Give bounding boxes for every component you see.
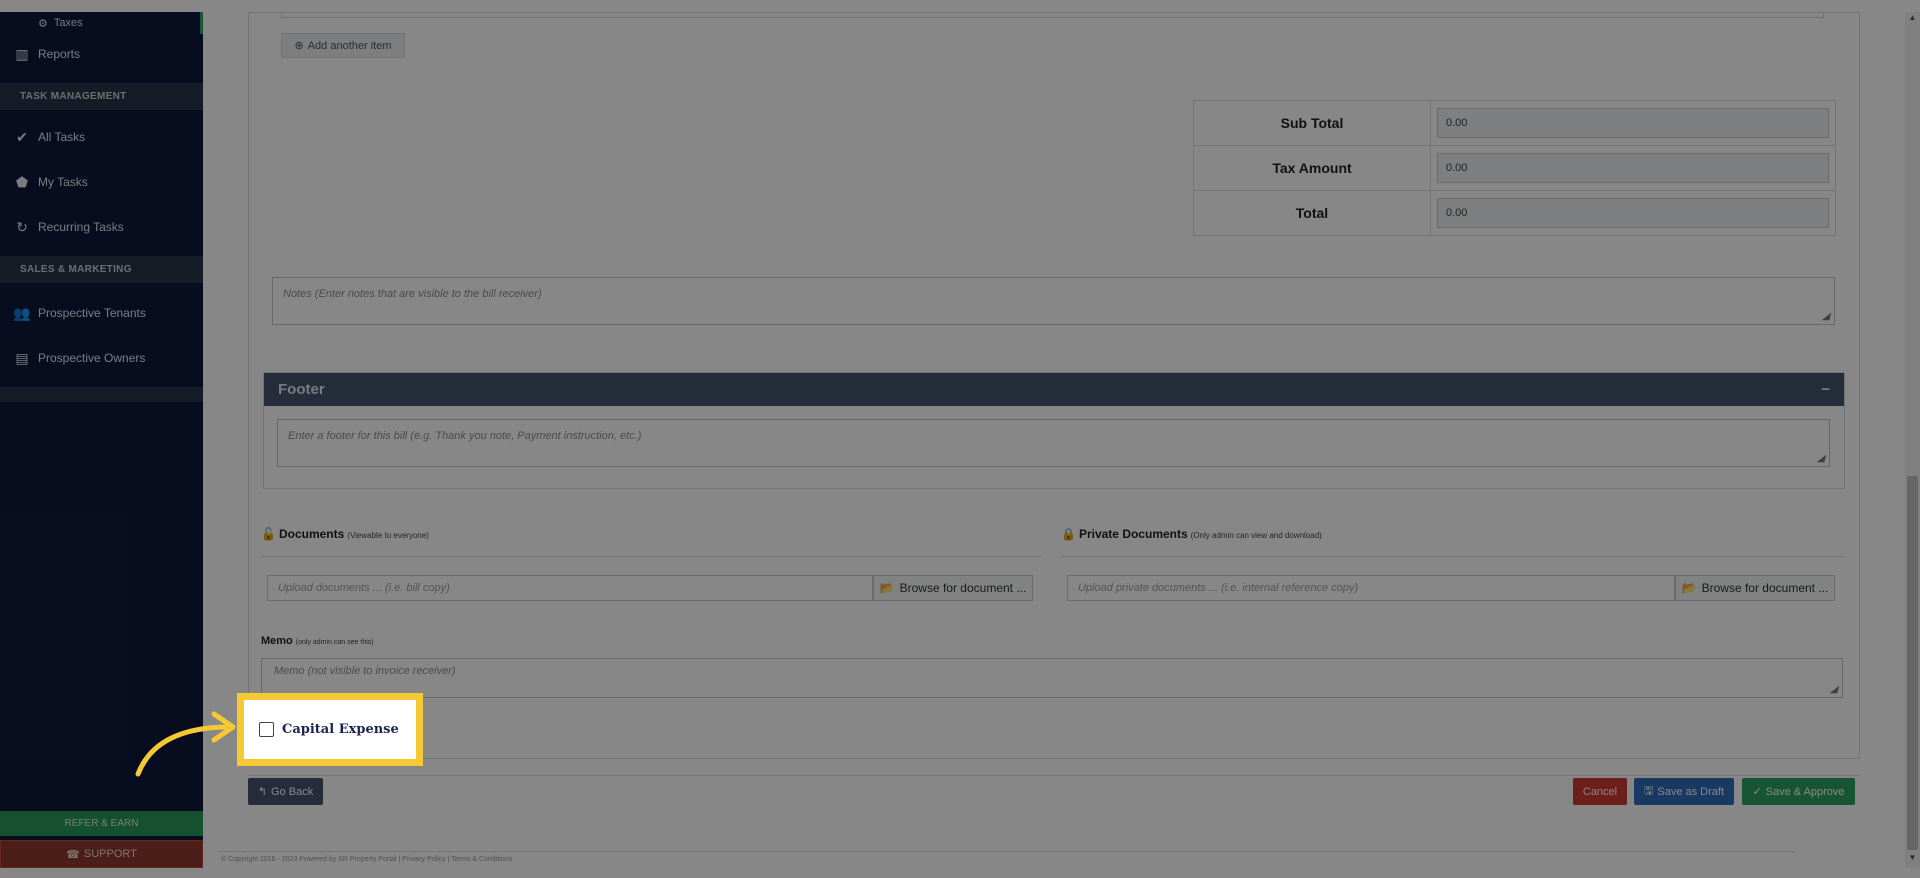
refer-earn-button[interactable]: REFER & EARN <box>0 811 203 836</box>
sidebar-divider <box>0 387 203 402</box>
save-approve-button[interactable]: ✓ Save & Approve <box>1742 778 1855 805</box>
sidebar-item-all-tasks[interactable]: ✔ All Tasks <box>0 122 203 152</box>
go-back-button[interactable]: ↰ Go Back <box>248 778 323 805</box>
support-button[interactable]: ☎ SUPPORT <box>0 840 203 868</box>
sidebar-item-label: All Tasks <box>38 130 86 144</box>
private-documents-divider <box>1061 556 1845 557</box>
table-row: Total 0.00 <box>1193 190 1836 236</box>
collapse-icon[interactable]: − <box>1821 381 1830 398</box>
resize-grip-icon[interactable]: ◢ <box>1822 312 1832 322</box>
section-sales-marketing: SALES & MARKETING <box>0 256 203 283</box>
item-row-bottom <box>281 12 1824 18</box>
subtotal-field[interactable]: 0.00 <box>1437 108 1829 138</box>
resize-grip-icon[interactable]: ◢ <box>1830 685 1840 695</box>
table-row: Sub Total 0.00 <box>1193 100 1836 146</box>
back-arrow-icon: ↰ <box>257 786 268 798</box>
sidebar-item-prospective-tenants[interactable]: 👥 Prospective Tenants <box>0 298 203 328</box>
tag-icon: ⬟ <box>15 173 29 190</box>
sidebar-item-prospective-owners[interactable]: ▤ Prospective Owners <box>0 343 203 373</box>
support-label: SUPPORT <box>83 848 137 860</box>
sidebar-item-label: Prospective Tenants <box>38 306 146 320</box>
table-row: Tax Amount 0.00 <box>1193 145 1836 191</box>
unlock-icon: 🔓 <box>261 527 276 541</box>
memo-hint: (only admin can see this) <box>295 639 374 646</box>
cancel-button[interactable]: Cancel <box>1573 778 1627 805</box>
browse-label: Browse for document ... <box>899 581 1027 595</box>
sidebar-item-label: My Tasks <box>38 175 88 189</box>
capital-expense-label: Capital Expense <box>282 722 399 737</box>
add-item-button[interactable]: ⊕ Add another item <box>281 33 405 58</box>
refresh-icon: ↻ <box>16 218 28 235</box>
documents-label: 🔓 Documents (Viewable to everyone) <box>261 527 429 541</box>
tax-amount-label: Tax Amount <box>1193 145 1431 191</box>
sidebar-item-label: Taxes <box>53 17 83 29</box>
footer-textarea[interactable]: Enter a footer for this bill (e.g. Thank… <box>277 419 1830 467</box>
memo-title: Memo <box>261 635 293 647</box>
folder-open-icon: 📂 <box>1681 581 1697 595</box>
save-approve-label: Save & Approve <box>1765 785 1845 798</box>
sidebar-item-my-tasks[interactable]: ⬟ My Tasks <box>0 167 203 197</box>
browse-label: Browse for document ... <box>1701 581 1829 595</box>
support-icon: ☎ <box>66 848 80 861</box>
memo-textarea[interactable]: Memo (not visible to invoice receiver) ◢ <box>261 658 1843 698</box>
lock-icon: 🔒 <box>1061 527 1076 541</box>
sidebar-item-label: Prospective Owners <box>38 351 146 365</box>
notes-textarea[interactable]: Notes (Enter notes that are visible to t… <box>272 277 1835 325</box>
scroll-up-icon[interactable]: ▲ <box>1907 13 1918 23</box>
save-draft-label: Save as Draft <box>1657 785 1724 798</box>
documents-hint: (Viewable to everyone) <box>347 531 429 540</box>
private-documents-upload-input[interactable]: Upload private documents ... (i.e. inter… <box>1067 575 1675 601</box>
capital-expense-checkbox[interactable] <box>259 722 274 737</box>
notes-placeholder: Notes (Enter notes that are visible to t… <box>283 288 542 300</box>
sidebar-item-taxes[interactable]: ⚙ Taxes <box>38 16 83 30</box>
footer-panel: Footer − Enter a footer for this bill (e… <box>263 372 1845 489</box>
browse-documents-button[interactable]: 📂 Browse for document ... <box>873 575 1033 601</box>
sidebar-item-label: Reports <box>38 47 81 61</box>
private-documents-title: Private Documents <box>1078 527 1188 541</box>
main-content: ⊕ Add another item Sub Total 0.00 Tax Am… <box>203 12 1905 868</box>
memo-label: Memo (only admin can see this) <box>261 635 374 647</box>
footer-placeholder: Enter a footer for this bill (e.g. Thank… <box>288 430 642 442</box>
scroll-thumb[interactable] <box>1907 476 1918 850</box>
add-item-label: Add another item <box>307 39 392 52</box>
check-circle-icon: ✓ <box>1752 786 1762 798</box>
pointer-arrow-icon <box>135 711 236 777</box>
id-card-icon: ▤ <box>15 349 29 366</box>
section-task-management: TASK MANAGEMENT <box>0 83 203 110</box>
go-back-label: Go Back <box>271 785 314 798</box>
tax-amount-field[interactable]: 0.00 <box>1437 153 1829 183</box>
page: ⚙ Taxes ▥ Reports TASK MANAGEMENT ✔ All … <box>0 0 1920 878</box>
total-field[interactable]: 0.00 <box>1437 198 1829 228</box>
top-strip <box>0 0 1920 12</box>
folder-open-icon: 📂 <box>879 581 895 595</box>
sidebar-item-label: Recurring Tasks <box>38 220 124 234</box>
documents-title: Documents <box>278 527 345 541</box>
private-documents-label: 🔒 Private Documents (Only admin can view… <box>1061 527 1322 541</box>
users-icon: 👥 <box>13 304 31 321</box>
plus-circle-icon: ⊕ <box>294 40 304 52</box>
bar-chart-icon: ▥ <box>15 45 29 62</box>
subtotal-label: Sub Total <box>1193 100 1431 146</box>
resize-grip-icon[interactable]: ◢ <box>1817 454 1827 464</box>
save-draft-button[interactable]: 🖫 Save as Draft <box>1634 778 1734 805</box>
documents-divider <box>261 556 1041 557</box>
browse-private-documents-button[interactable]: 📂 Browse for document ... <box>1675 575 1835 601</box>
footer-title: Footer <box>278 381 325 398</box>
check-icon: ✔ <box>16 128 28 145</box>
copyright-text: © Copyright 2016 - 2023 Powered by SR Pr… <box>221 856 513 863</box>
total-label: Total <box>1193 190 1431 236</box>
footer-header: Footer − <box>264 373 1844 406</box>
sidebar-item-reports[interactable]: ▥ Reports <box>0 39 203 69</box>
save-icon: 🖫 <box>1643 785 1654 797</box>
gear-icon: ⚙ <box>38 17 48 30</box>
totals-table: Sub Total 0.00 Tax Amount 0.00 Total 0.0… <box>1193 100 1836 236</box>
copyright-divider <box>218 851 1794 852</box>
private-documents-hint: (Only admin can view and download) <box>1190 531 1322 540</box>
documents-upload-input[interactable]: Upload documents ... (i.e. bill copy) <box>267 575 873 601</box>
scroll-down-icon[interactable]: ▼ <box>1907 853 1918 863</box>
capital-expense-highlight[interactable]: Capital Expense <box>237 693 423 766</box>
memo-placeholder: Memo (not visible to invoice receiver) <box>274 665 456 677</box>
sidebar-item-recurring-tasks[interactable]: ↻ Recurring Tasks <box>0 212 203 242</box>
